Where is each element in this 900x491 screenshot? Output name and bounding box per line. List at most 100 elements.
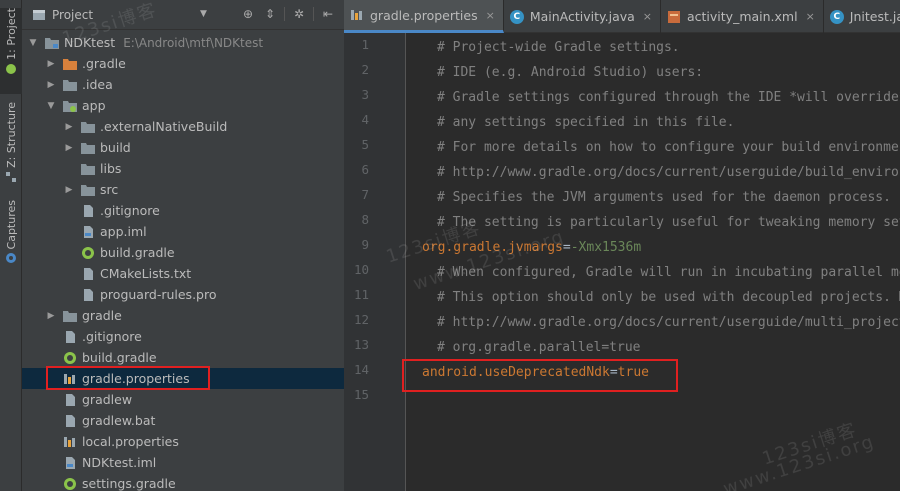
project-path: E:\Android\mtf\NDKtest bbox=[123, 35, 264, 50]
tree-item-src[interactable]: ▶ src bbox=[22, 179, 344, 200]
tree-item-label: gradle bbox=[82, 308, 122, 323]
tree-item-app-build-gradle[interactable]: build.gradle bbox=[22, 242, 344, 263]
code-line-comment: # Project-wide Gradle settings. bbox=[437, 40, 680, 55]
tree-item-dot-idea[interactable]: ▶ .idea bbox=[22, 74, 344, 95]
module-folder-icon bbox=[63, 100, 77, 112]
code-line-comment: # For more details on how to configure y… bbox=[437, 140, 900, 155]
tree-item-build[interactable]: ▶ build bbox=[22, 137, 344, 158]
tree-item-dot-gradle[interactable]: ▶ .gradle bbox=[22, 53, 344, 74]
tab-gradle-properties[interactable]: gradle.properties × bbox=[344, 0, 504, 33]
tab-label: activity_main.xml bbox=[687, 9, 798, 24]
tree-item-label: src bbox=[100, 182, 119, 197]
tree-item-ndktest-iml[interactable]: NDKtest.iml bbox=[22, 452, 344, 473]
tree-item-label: local.properties bbox=[82, 434, 179, 449]
java-class-icon: C bbox=[829, 9, 844, 24]
folder-icon bbox=[81, 142, 95, 154]
tree-item-cmakelists[interactable]: CMakeLists.txt bbox=[22, 263, 344, 284]
chevron-right-icon[interactable]: ▶ bbox=[46, 311, 56, 321]
tree-item-label: NDKtest.iml bbox=[82, 455, 157, 470]
chevron-right-icon[interactable]: ▶ bbox=[64, 185, 74, 195]
tab-jnitest[interactable]: C Jnitest.java bbox=[824, 0, 900, 33]
strip-tab-captures[interactable]: Captures bbox=[0, 200, 22, 270]
close-icon[interactable]: × bbox=[486, 9, 495, 22]
tree-item-label: .gitignore bbox=[82, 329, 142, 344]
chevron-down-icon[interactable]: ▼ bbox=[28, 38, 38, 48]
editor-tabs: gradle.properties × C MainActivity.java … bbox=[344, 0, 900, 33]
chevron-right-icon[interactable]: ▶ bbox=[64, 143, 74, 153]
tree-item-label: libs bbox=[100, 161, 122, 176]
gear-icon[interactable]: ✲ bbox=[291, 6, 307, 22]
line-number: 1 bbox=[361, 37, 369, 52]
xml-file-icon bbox=[668, 10, 680, 23]
tree-item-app-iml[interactable]: app.iml bbox=[22, 221, 344, 242]
annotation-highlight-box bbox=[46, 366, 210, 390]
strip-tab-structure[interactable]: Z: Structure bbox=[0, 102, 22, 184]
tree-item-app[interactable]: ▼ app bbox=[22, 95, 344, 116]
strip-tab-project-label: 1: Project bbox=[4, 8, 18, 60]
code-line-comment: # http://www.gradle.org/docs/current/use… bbox=[437, 315, 900, 330]
toolbar-divider bbox=[284, 7, 285, 21]
tree-item-proguard-rules[interactable]: proguard-rules.pro bbox=[22, 284, 344, 305]
properties-file-icon bbox=[64, 436, 75, 447]
tab-activity-main-xml[interactable]: activity_main.xml × bbox=[661, 0, 824, 33]
gradle-file-icon bbox=[82, 246, 94, 259]
tab-label: MainActivity.java bbox=[529, 9, 635, 24]
strip-tab-project[interactable]: 1: Project bbox=[0, 8, 22, 94]
project-panel: Project ▼ ⊕ ⇕ ✲ ⇤ ▼ NDKtest E:\Android\m… bbox=[22, 0, 344, 491]
chevron-right-icon[interactable]: ▶ bbox=[64, 122, 74, 132]
line-number: 5 bbox=[361, 137, 369, 152]
collapse-all-icon[interactable]: ⇕ bbox=[262, 6, 278, 22]
tool-window-strip: 1: Project Z: Structure Captures bbox=[0, 0, 22, 491]
tree-item-app-gitignore[interactable]: .gitignore bbox=[22, 200, 344, 221]
chevron-right-icon[interactable]: ▶ bbox=[46, 80, 56, 90]
chevron-down-icon[interactable]: ▼ bbox=[46, 101, 56, 111]
hide-panel-icon[interactable]: ⇤ bbox=[320, 6, 336, 22]
tree-item-external-native-build[interactable]: ▶ .externalNativeBuild bbox=[22, 116, 344, 137]
line-number: 8 bbox=[361, 212, 369, 227]
line-number: 9 bbox=[361, 237, 369, 252]
tree-item-label: gradlew.bat bbox=[82, 413, 156, 428]
code-line-comment: # http://www.gradle.org/docs/current/use… bbox=[437, 165, 900, 180]
line-number: 3 bbox=[361, 87, 369, 102]
android-icon bbox=[6, 63, 16, 74]
code-line-comment: # Gradle settings configured through the… bbox=[437, 90, 900, 105]
tree-item-gradlew[interactable]: gradlew bbox=[22, 389, 344, 410]
scroll-from-source-icon[interactable]: ⊕ bbox=[240, 6, 256, 22]
tree-item-label: proguard-rules.pro bbox=[100, 287, 217, 302]
folder-icon bbox=[81, 184, 95, 196]
text-file-icon bbox=[66, 414, 75, 427]
code-line-comment: # This option should only be used with d… bbox=[437, 290, 900, 305]
tab-main-activity[interactable]: C MainActivity.java × bbox=[504, 0, 661, 33]
folder-icon bbox=[81, 163, 95, 175]
tree-item-label: build.gradle bbox=[82, 350, 157, 365]
close-icon[interactable]: × bbox=[643, 10, 652, 23]
text-file-icon bbox=[84, 267, 93, 280]
annotation-highlight-box bbox=[402, 359, 678, 392]
close-icon[interactable]: × bbox=[806, 10, 815, 23]
view-selector-dropdown[interactable]: ▼ bbox=[200, 9, 207, 19]
text-file-icon bbox=[84, 204, 93, 217]
tree-item-root-build-gradle[interactable]: build.gradle bbox=[22, 347, 344, 368]
tree-item-gradlew-bat[interactable]: gradlew.bat bbox=[22, 410, 344, 431]
iml-file-icon bbox=[84, 225, 93, 238]
tree-item-label: .gitignore bbox=[100, 203, 160, 218]
folder-icon bbox=[81, 121, 95, 133]
tree-item-gradle-folder[interactable]: ▶ gradle bbox=[22, 305, 344, 326]
tree-item-label: CMakeLists.txt bbox=[100, 266, 192, 281]
line-number: 10 bbox=[353, 262, 369, 277]
tree-item-libs[interactable]: libs bbox=[22, 158, 344, 179]
tab-label: Jnitest.java bbox=[849, 9, 900, 24]
tree-item-label: build.gradle bbox=[100, 245, 175, 260]
tree-item-settings-gradle[interactable]: settings.gradle bbox=[22, 473, 344, 491]
tree-item-root-gitignore[interactable]: .gitignore bbox=[22, 326, 344, 347]
strip-tab-structure-label: Z: Structure bbox=[4, 102, 18, 168]
line-number: 7 bbox=[361, 187, 369, 202]
code-line-comment: # Specifies the JVM arguments used for t… bbox=[437, 190, 891, 205]
line-number: 6 bbox=[361, 162, 369, 177]
text-file-icon bbox=[84, 288, 93, 301]
line-number: 11 bbox=[353, 287, 369, 302]
tree-item-label: .idea bbox=[82, 77, 113, 92]
chevron-right-icon[interactable]: ▶ bbox=[46, 59, 56, 69]
tree-item-local-properties[interactable]: local.properties bbox=[22, 431, 344, 452]
property-value: -Xmx1536m bbox=[570, 240, 642, 255]
